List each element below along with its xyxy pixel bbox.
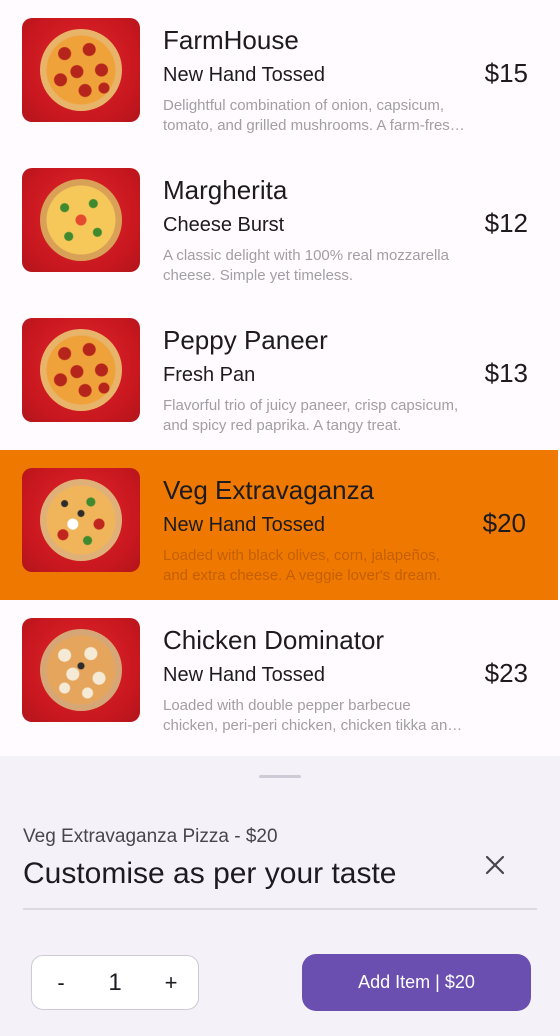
item-crust: Cheese Burst bbox=[163, 214, 285, 236]
quantity-value: 1 bbox=[108, 968, 122, 996]
menu-item-chicken-dominator[interactable]: Chicken Dominator New Hand Tossed Loaded… bbox=[0, 600, 560, 750]
pizza-image bbox=[22, 618, 140, 722]
pizza-image bbox=[22, 318, 140, 422]
decrease-quantity-button[interactable]: - bbox=[36, 956, 86, 1009]
close-button[interactable] bbox=[474, 844, 516, 886]
menu-item-veg-extravaganza[interactable]: Veg Extravaganza New Hand Tossed Loaded … bbox=[0, 450, 558, 600]
item-name: Chicken Dominator bbox=[163, 625, 385, 655]
margherita-pizza-icon bbox=[40, 179, 122, 261]
item-crust: Fresh Pan bbox=[163, 364, 256, 386]
add-item-button[interactable]: Add Item | $20 bbox=[302, 954, 531, 1011]
item-price: $13 bbox=[484, 358, 528, 388]
increase-quantity-button[interactable]: + bbox=[146, 956, 196, 1009]
item-price: $12 bbox=[484, 208, 528, 238]
item-crust: New Hand Tossed bbox=[163, 514, 325, 536]
selected-item-summary: Veg Extravaganza Pizza - $20 bbox=[23, 826, 278, 847]
quantity-stepper: - 1 + bbox=[31, 955, 199, 1010]
pizza-image bbox=[22, 468, 140, 572]
item-description: Loaded with black olives, corn, jalapeño… bbox=[163, 547, 442, 584]
pizza-image bbox=[22, 18, 140, 122]
item-description: Delightful combination of onion, capsicu… bbox=[163, 97, 459, 134]
menu-item-margherita[interactable]: Margherita Cheese Burst A classic deligh… bbox=[0, 150, 560, 300]
item-crust: New Hand Tossed bbox=[163, 64, 325, 86]
pizza-image bbox=[22, 168, 140, 272]
divider bbox=[23, 908, 537, 910]
item-description: Flavorful trio of juicy paneer, crisp ca… bbox=[163, 397, 459, 434]
close-icon bbox=[485, 855, 505, 875]
item-name: Margherita bbox=[163, 175, 288, 205]
item-name: Peppy Paneer bbox=[163, 325, 328, 355]
item-description: A classic delight with 100% real mozzare… bbox=[163, 247, 449, 284]
pepperoni-pizza-icon bbox=[40, 29, 122, 111]
sheet-title: Customise as per your taste bbox=[23, 857, 397, 890]
item-price: $15 bbox=[484, 58, 528, 88]
veg-pizza-icon bbox=[40, 479, 122, 561]
pizza-menu-list: FarmHouse New Hand Tossed Delightful com… bbox=[0, 0, 560, 750]
customise-bottom-sheet: Veg Extravaganza Pizza - $20 Customise a… bbox=[0, 756, 560, 1036]
drag-handle[interactable] bbox=[259, 775, 301, 778]
menu-item-peppy-paneer[interactable]: Peppy Paneer Fresh Pan Flavorful trio of… bbox=[0, 300, 560, 450]
chicken-pizza-icon bbox=[40, 629, 122, 711]
menu-item-farmhouse[interactable]: FarmHouse New Hand Tossed Delightful com… bbox=[0, 0, 560, 150]
item-name: Veg Extravaganza bbox=[163, 475, 375, 505]
item-name: FarmHouse bbox=[163, 25, 299, 55]
item-description: Loaded with double pepper barbecue chick… bbox=[163, 697, 456, 734]
item-crust: New Hand Tossed bbox=[163, 664, 325, 686]
item-price: $23 bbox=[484, 658, 528, 688]
pepperoni-pizza-icon bbox=[40, 329, 122, 411]
item-price: $20 bbox=[482, 508, 526, 538]
